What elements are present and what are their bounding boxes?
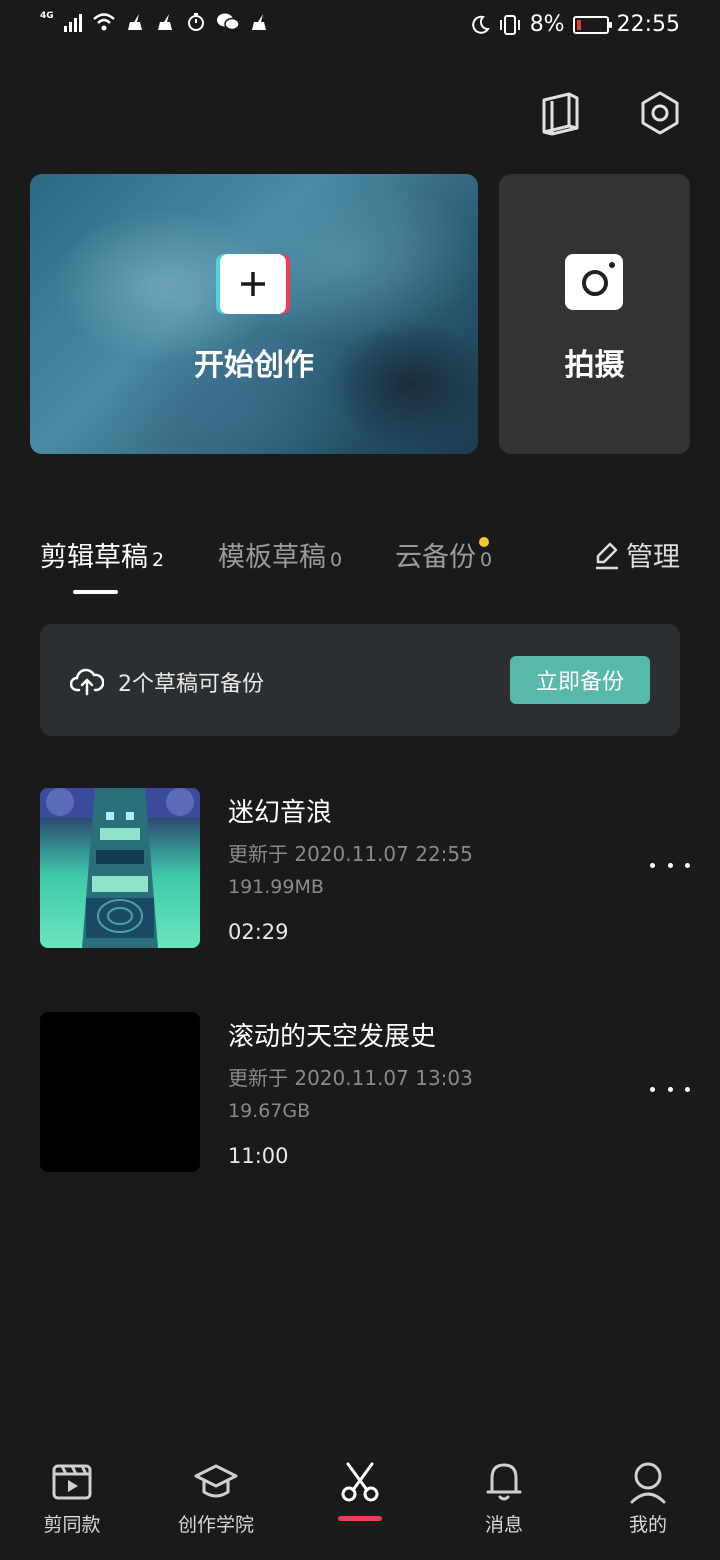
clock: 22:55 <box>616 12 680 37</box>
more-options-icon[interactable] <box>650 1082 690 1096</box>
status-left: 4G <box>40 11 270 32</box>
nav-profile[interactable]: 我的 <box>588 1460 708 1537</box>
active-tab-indicator <box>73 590 118 594</box>
cloud-upload-icon <box>70 668 104 696</box>
bell-icon <box>486 1463 522 1501</box>
network-type: 4G <box>40 11 54 21</box>
more-options-icon[interactable] <box>650 858 690 872</box>
camera-icon <box>565 254 623 310</box>
nav-academy[interactable]: 创作学院 <box>156 1460 276 1537</box>
cleaner-icon-3 <box>251 14 266 30</box>
bottom-nav: 剪同款 创作学院 消息 我的 <box>0 1440 720 1560</box>
nav-messages[interactable]: 消息 <box>444 1460 564 1537</box>
settings-icon[interactable] <box>635 88 685 138</box>
tab-cloud-backup[interactable]: 云备份 0 <box>395 535 492 574</box>
draft-updated: 更新于 2020.11.07 13:03 <box>228 1066 473 1090</box>
draft-duration: 11:00 <box>228 1144 289 1168</box>
start-creation-card[interactable]: 开始创作 <box>30 174 478 454</box>
wifi-icon <box>92 13 115 31</box>
wechat-icon <box>216 13 240 31</box>
user-icon <box>630 1462 666 1504</box>
active-nav-indicator <box>338 1516 382 1521</box>
draft-title: 迷幻音浪 <box>228 798 333 828</box>
tab-label: 云备份 <box>395 542 476 573</box>
draft-updated: 更新于 2020.11.07 22:55 <box>228 842 473 866</box>
scissors-icon <box>341 1462 379 1502</box>
nav-label: 我的 <box>628 1514 667 1536</box>
edit-icon <box>596 542 618 569</box>
start-creation-label: 开始创作 <box>194 348 314 383</box>
draft-thumbnail <box>40 788 200 948</box>
nav-edit[interactable] <box>300 1460 420 1521</box>
draft-size: 19.67GB <box>228 1100 311 1122</box>
manage-label: 管理 <box>626 542 680 573</box>
cleaner-icon <box>127 14 142 30</box>
nav-label: 剪同款 <box>43 1514 101 1536</box>
draft-item[interactable]: 滚动的天空发展史 更新于 2020.11.07 13:03 19.67GB 11… <box>40 1012 690 1172</box>
plus-icon <box>220 254 286 314</box>
draft-title: 滚动的天空发展史 <box>228 1022 437 1052</box>
cleaner-icon-2 <box>157 14 172 30</box>
backup-now-button[interactable]: 立即备份 <box>510 656 650 704</box>
tab-count: 2 <box>152 549 165 571</box>
draft-tabs: 剪辑草稿 2 模板草稿 0 云备份 0 管理 <box>40 535 680 605</box>
nav-label: 消息 <box>484 1514 523 1536</box>
draft-duration: 02:29 <box>228 920 289 944</box>
manual-icon[interactable] <box>535 88 585 138</box>
cell-signal-icon <box>63 12 82 32</box>
battery-icon <box>572 15 612 34</box>
moon-icon <box>471 15 490 34</box>
shoot-label: 拍摄 <box>564 348 625 383</box>
nav-templates[interactable]: 剪同款 <box>12 1460 132 1537</box>
backup-banner: 2个草稿可备份 立即备份 <box>40 624 680 736</box>
draft-thumbnail <box>40 1012 200 1172</box>
graduation-cap-icon <box>194 1464 238 1498</box>
tab-edit-drafts[interactable]: 剪辑草稿 2 <box>40 535 164 574</box>
status-bar: 4G 8% 22:55 <box>0 0 720 52</box>
backup-message: 2个草稿可备份 <box>118 672 264 697</box>
draft-item[interactable]: 迷幻音浪 更新于 2020.11.07 22:55 191.99MB 02:29 <box>40 788 690 948</box>
tab-count: 0 <box>480 549 493 571</box>
battery-percent: 8% <box>529 12 565 37</box>
draft-size: 191.99MB <box>228 876 324 898</box>
nav-label: 创作学院 <box>177 1514 254 1536</box>
tab-count: 0 <box>330 549 343 571</box>
shoot-card[interactable]: 拍摄 <box>499 174 690 454</box>
vibrate-icon <box>499 14 520 35</box>
manage-button[interactable]: 管理 <box>594 535 680 574</box>
tab-label: 模板草稿 <box>218 542 326 573</box>
notification-dot <box>479 537 489 547</box>
timer-icon <box>187 13 204 31</box>
tab-label: 剪辑草稿 <box>40 542 148 573</box>
video-template-icon <box>52 1464 92 1500</box>
tab-template-drafts[interactable]: 模板草稿 0 <box>218 535 342 574</box>
status-right: 8% 22:55 <box>470 12 680 37</box>
